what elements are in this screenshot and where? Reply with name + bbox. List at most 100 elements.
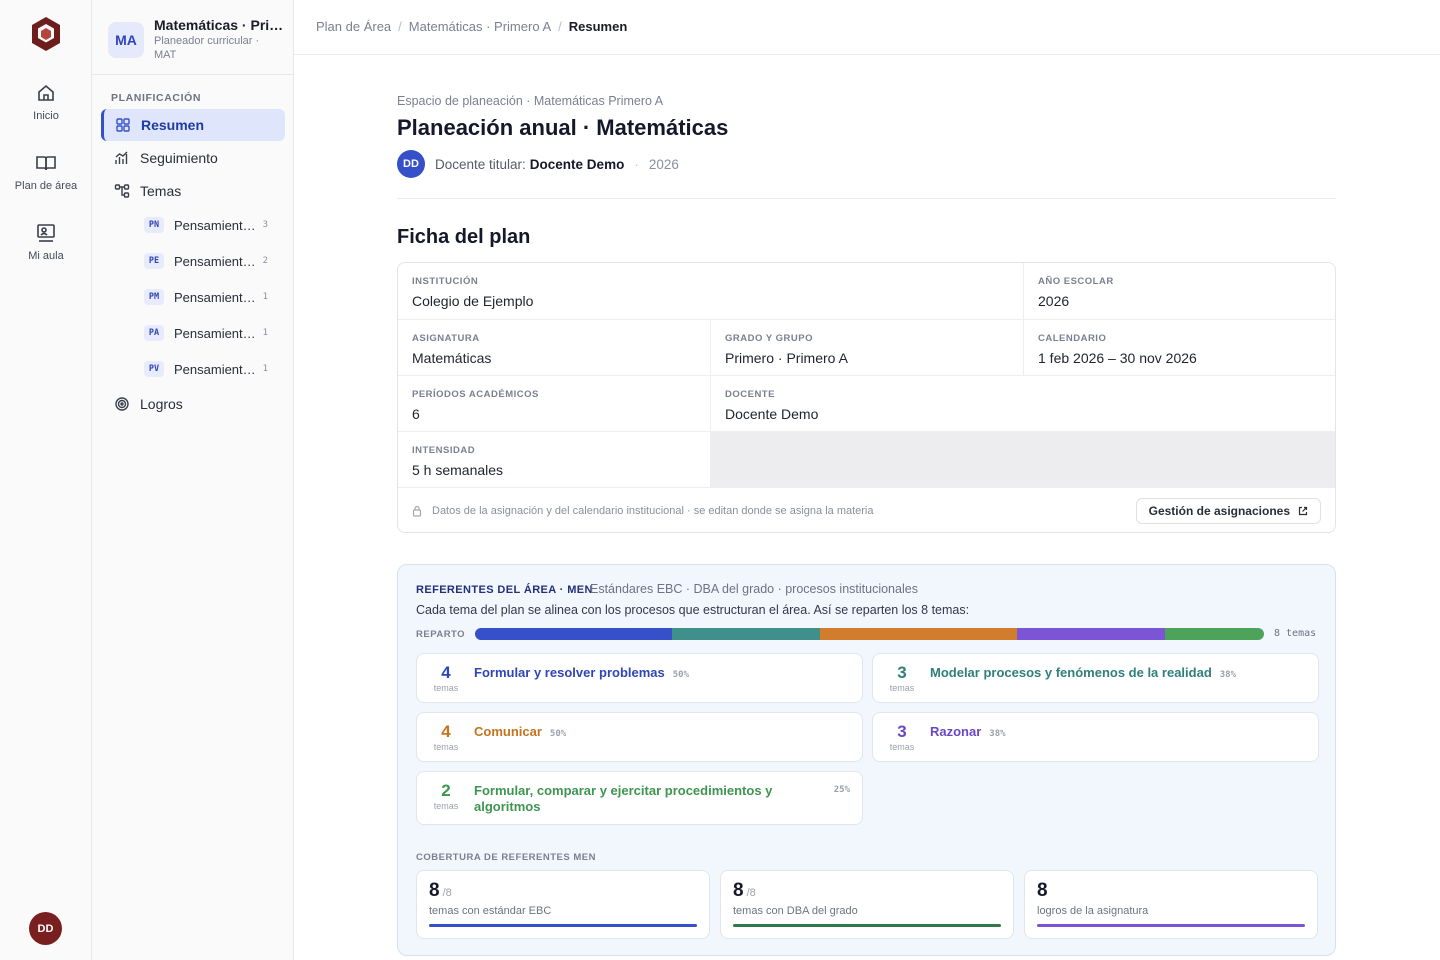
referentes-subtitle: Estándares EBC · DBA del grado · proceso… xyxy=(590,582,918,596)
cobertura-caption: temas con estándar EBC xyxy=(429,905,552,917)
rail-item-plan-de-area[interactable]: Plan de área xyxy=(0,152,92,192)
rail-item-mi-aula[interactable]: Mi aula xyxy=(0,222,92,262)
breadcrumb: Plan de Área / Matemáticas · Primero A / Res… xyxy=(316,19,627,34)
rail-item-inicio[interactable]: Inicio xyxy=(0,82,92,122)
ficha-footnote: Datos de la asignación y del calendario … xyxy=(432,505,874,517)
empty-cell xyxy=(711,432,1335,488)
reparto-total: 8 temas xyxy=(1274,628,1317,639)
cobertura-value-wrap: 8/8 xyxy=(429,880,452,902)
owner-row: DD Docente titular: Docente Demo · 2026 xyxy=(397,150,679,178)
app-logo-icon[interactable] xyxy=(30,16,62,52)
field-grado: Grado y grupo Primero · Primero A xyxy=(711,320,1024,376)
field-intensidad: Intensidad 5 h semanales xyxy=(398,432,711,488)
proceso-card[interactable]: 3 temas Modelar procesos y fenómenos de … xyxy=(872,653,1319,703)
nav-label: Logros xyxy=(140,396,183,412)
sidebar-topic[interactable]: PM Pensamiento métrico 1 xyxy=(144,283,284,311)
breadcrumb-item[interactable]: Plan de Área xyxy=(316,19,391,34)
cobertura-denom: /8 xyxy=(442,887,452,899)
owner-dot: · xyxy=(634,156,639,172)
nav-label: Resumen xyxy=(141,117,205,133)
button-label: Gestión de asignaciones xyxy=(1148,504,1290,518)
topic-count: 1 xyxy=(262,364,268,374)
ficha-title: Ficha del plan xyxy=(397,226,531,248)
field-label: Calendario xyxy=(1038,333,1107,344)
proceso-card[interactable]: 4 temas Formular y resolver problemas 50% xyxy=(416,653,863,703)
field-value: 6 xyxy=(412,406,420,422)
proceso-name-wrap: Razonar 38% xyxy=(930,724,1006,742)
grid-icon xyxy=(116,118,130,132)
cobertura-value-wrap: 8/8 xyxy=(733,880,756,902)
sidebar-topic[interactable]: PE Pensamiento espacial 2 xyxy=(144,247,284,275)
cobertura-caption: logros de la asignatura xyxy=(1037,905,1149,917)
ficha-card: Institución Colegio de Ejemplo Año escol… xyxy=(397,262,1336,533)
proceso-name: Formular y resolver problemas xyxy=(474,665,665,680)
sidebar-item-logros[interactable]: Logros xyxy=(101,388,285,420)
proceso-units: temas xyxy=(889,683,915,693)
proceso-card[interactable]: 3 temas Razonar 38% xyxy=(872,712,1319,762)
topic-name: Pensamiento aleatorio xyxy=(174,325,256,341)
gestion-asignaciones-button[interactable]: Gestión de asignaciones xyxy=(1135,498,1321,524)
referentes-panel: REFERENTES DEL ÁREA · MEN Estándares EBC… xyxy=(397,564,1336,956)
app-rail: Inicio Plan de área Mi aula DD xyxy=(0,0,92,960)
referentes-title: REFERENTES DEL ÁREA · MEN xyxy=(416,584,593,596)
proceso-pct: 50% xyxy=(549,729,567,739)
proceso-units: temas xyxy=(433,801,459,811)
proceso-name: Formular, comparar y ejercitar procedimi… xyxy=(474,783,773,814)
sidebar-header: MA Matemáticas · Primero A Planeador cur… xyxy=(92,0,294,75)
field-institucion: Institución Colegio de Ejemplo xyxy=(398,263,1024,320)
reparto-segment xyxy=(1017,628,1166,640)
reparto-bar xyxy=(475,628,1264,640)
reparto-segment xyxy=(672,628,821,640)
proceso-count: 3 xyxy=(897,663,907,682)
cobertura-card-ebc: 8/8 temas con estándar EBC xyxy=(416,870,710,939)
topic-code: PV xyxy=(144,361,164,377)
breadcrumb-item[interactable]: Matemáticas · Primero A xyxy=(409,19,551,34)
sidebar-title[interactable]: Matemáticas · Primero A xyxy=(154,17,284,33)
user-avatar[interactable]: DD xyxy=(29,912,62,945)
top-bar: Plan de Área / Matemáticas · Primero A / Res… xyxy=(294,0,1440,55)
proceso-card[interactable]: 4 temas Comunicar 50% xyxy=(416,712,863,762)
breadcrumb-current: Resumen xyxy=(568,19,628,34)
subject-badge: MA xyxy=(108,22,144,58)
sidebar-item-temas[interactable]: Temas xyxy=(101,175,285,207)
cobertura-bar xyxy=(429,924,697,927)
target-icon xyxy=(115,397,129,411)
sidebar-topic[interactable]: PA Pensamiento aleatorio 1 xyxy=(144,319,284,347)
field-value: 1 feb 2026 – 30 nov 2026 xyxy=(1038,350,1197,366)
divider xyxy=(397,198,1336,199)
referentes-description: Cada tema del plan se alinea con los pro… xyxy=(416,603,970,617)
cobertura-value: 8 xyxy=(1037,880,1048,901)
proceso-card[interactable]: 2 temas Formular, comparar y ejercitar p… xyxy=(416,771,863,825)
proceso-pct: 25% xyxy=(833,785,850,795)
proceso-count: 2 xyxy=(441,781,451,800)
reparto-segment xyxy=(1165,628,1264,640)
field-label: Períodos académicos xyxy=(412,389,539,400)
sidebar-topic[interactable]: PV Pensamiento variacional 1 xyxy=(144,355,284,383)
cobertura-card-logros: 8 logros de la asignatura xyxy=(1024,870,1318,939)
proceso-units: temas xyxy=(433,683,459,693)
sidebar-item-resumen[interactable]: Resumen xyxy=(101,109,285,141)
proceso-pct: 38% xyxy=(989,729,1006,739)
sidebar-item-seguimiento[interactable]: Seguimiento xyxy=(101,142,285,174)
page-title: Planeación anual · Matemáticas xyxy=(397,115,729,140)
book-icon xyxy=(36,156,56,171)
sidebar-topic[interactable]: PN Pensamiento numérico 3 xyxy=(144,211,284,239)
cobertura-value: 8 xyxy=(733,880,744,901)
cobertura-denom: /8 xyxy=(746,887,756,899)
proceso-name: Comunicar xyxy=(474,724,542,739)
home-icon xyxy=(38,84,54,101)
field-value: Matemáticas xyxy=(412,350,492,366)
owner-label: Docente titular: xyxy=(435,156,526,172)
page-pretitle: Espacio de planeación · Matemáticas Prim… xyxy=(397,94,664,108)
nav-label: Temas xyxy=(140,183,182,199)
proceso-pct: 50% xyxy=(672,670,690,680)
classroom-icon xyxy=(37,224,55,242)
sidebar-subtitle: Planeador curricular · MAT xyxy=(154,35,260,61)
field-value: Primero · Primero A xyxy=(725,350,848,366)
owner-avatar: DD xyxy=(397,150,425,178)
topic-count: 3 xyxy=(262,220,268,230)
proceso-count: 4 xyxy=(441,722,451,741)
proceso-units: temas xyxy=(889,742,915,752)
rail-label: Plan de área xyxy=(14,180,78,192)
topic-code: PE xyxy=(144,253,164,269)
